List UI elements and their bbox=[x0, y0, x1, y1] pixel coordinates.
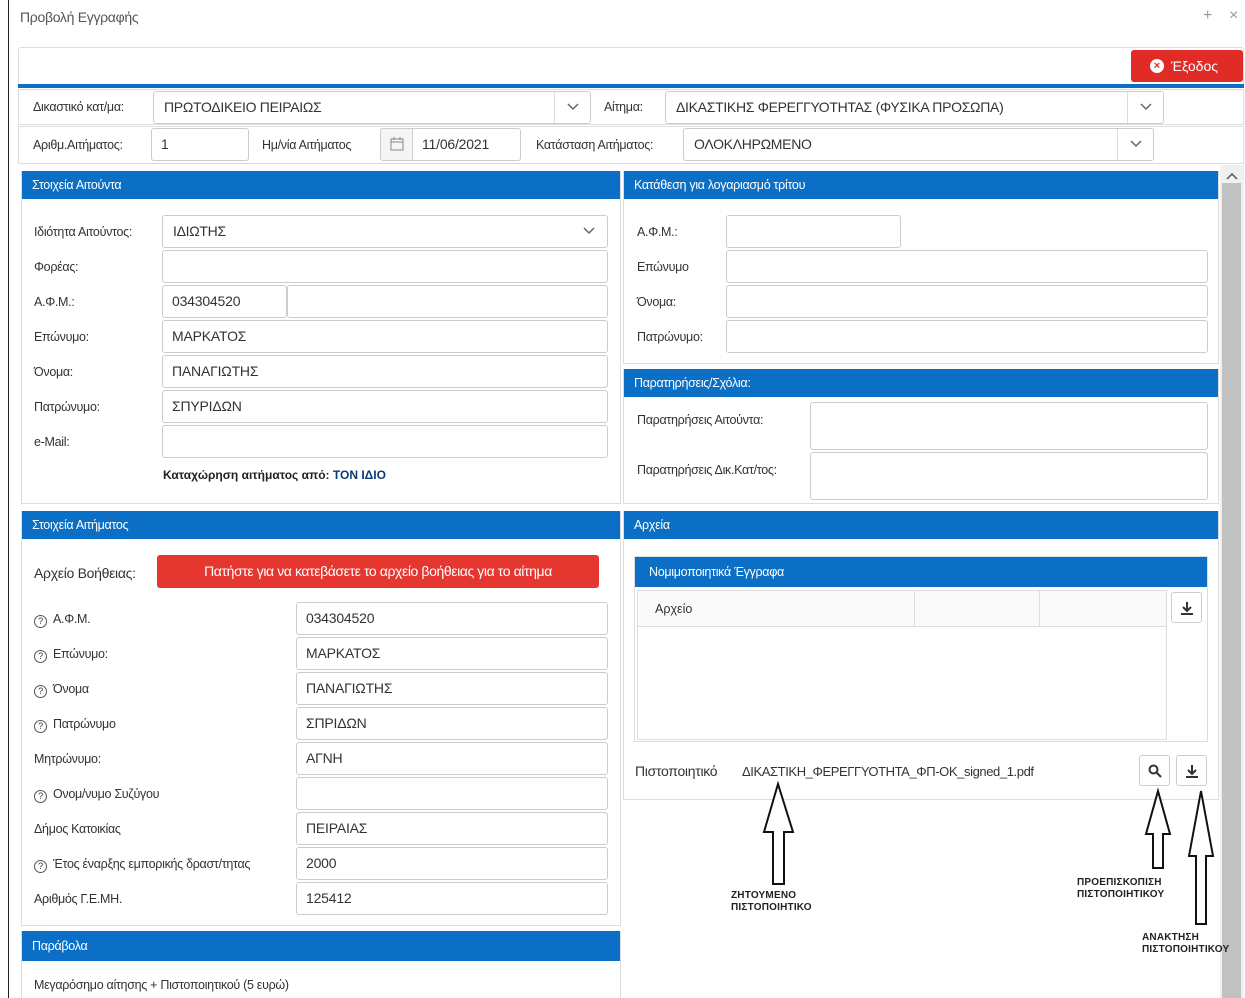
annotation-requested: ΖΗΤΟΥΜΕΝΟ ΠΙΣΤΟΠΟΙΗΤΙΚΟ bbox=[731, 890, 812, 913]
annotation-download: ΑΝΑΚΤΗΣΗ ΠΙΣΤΟΠΟΙΗΤΙΚΟΥ bbox=[1142, 932, 1230, 955]
annotation-arrows bbox=[762, 780, 1215, 925]
arrow-download bbox=[1187, 790, 1215, 925]
arrow-preview bbox=[1144, 787, 1172, 869]
arrow-requested bbox=[762, 780, 795, 885]
annotation-preview: ΠΡΟΕΠΙΣΚΟΠΙΣΗ ΠΙΣΤΟΠΟΙΗΤΙΚΟΥ bbox=[1077, 877, 1165, 900]
